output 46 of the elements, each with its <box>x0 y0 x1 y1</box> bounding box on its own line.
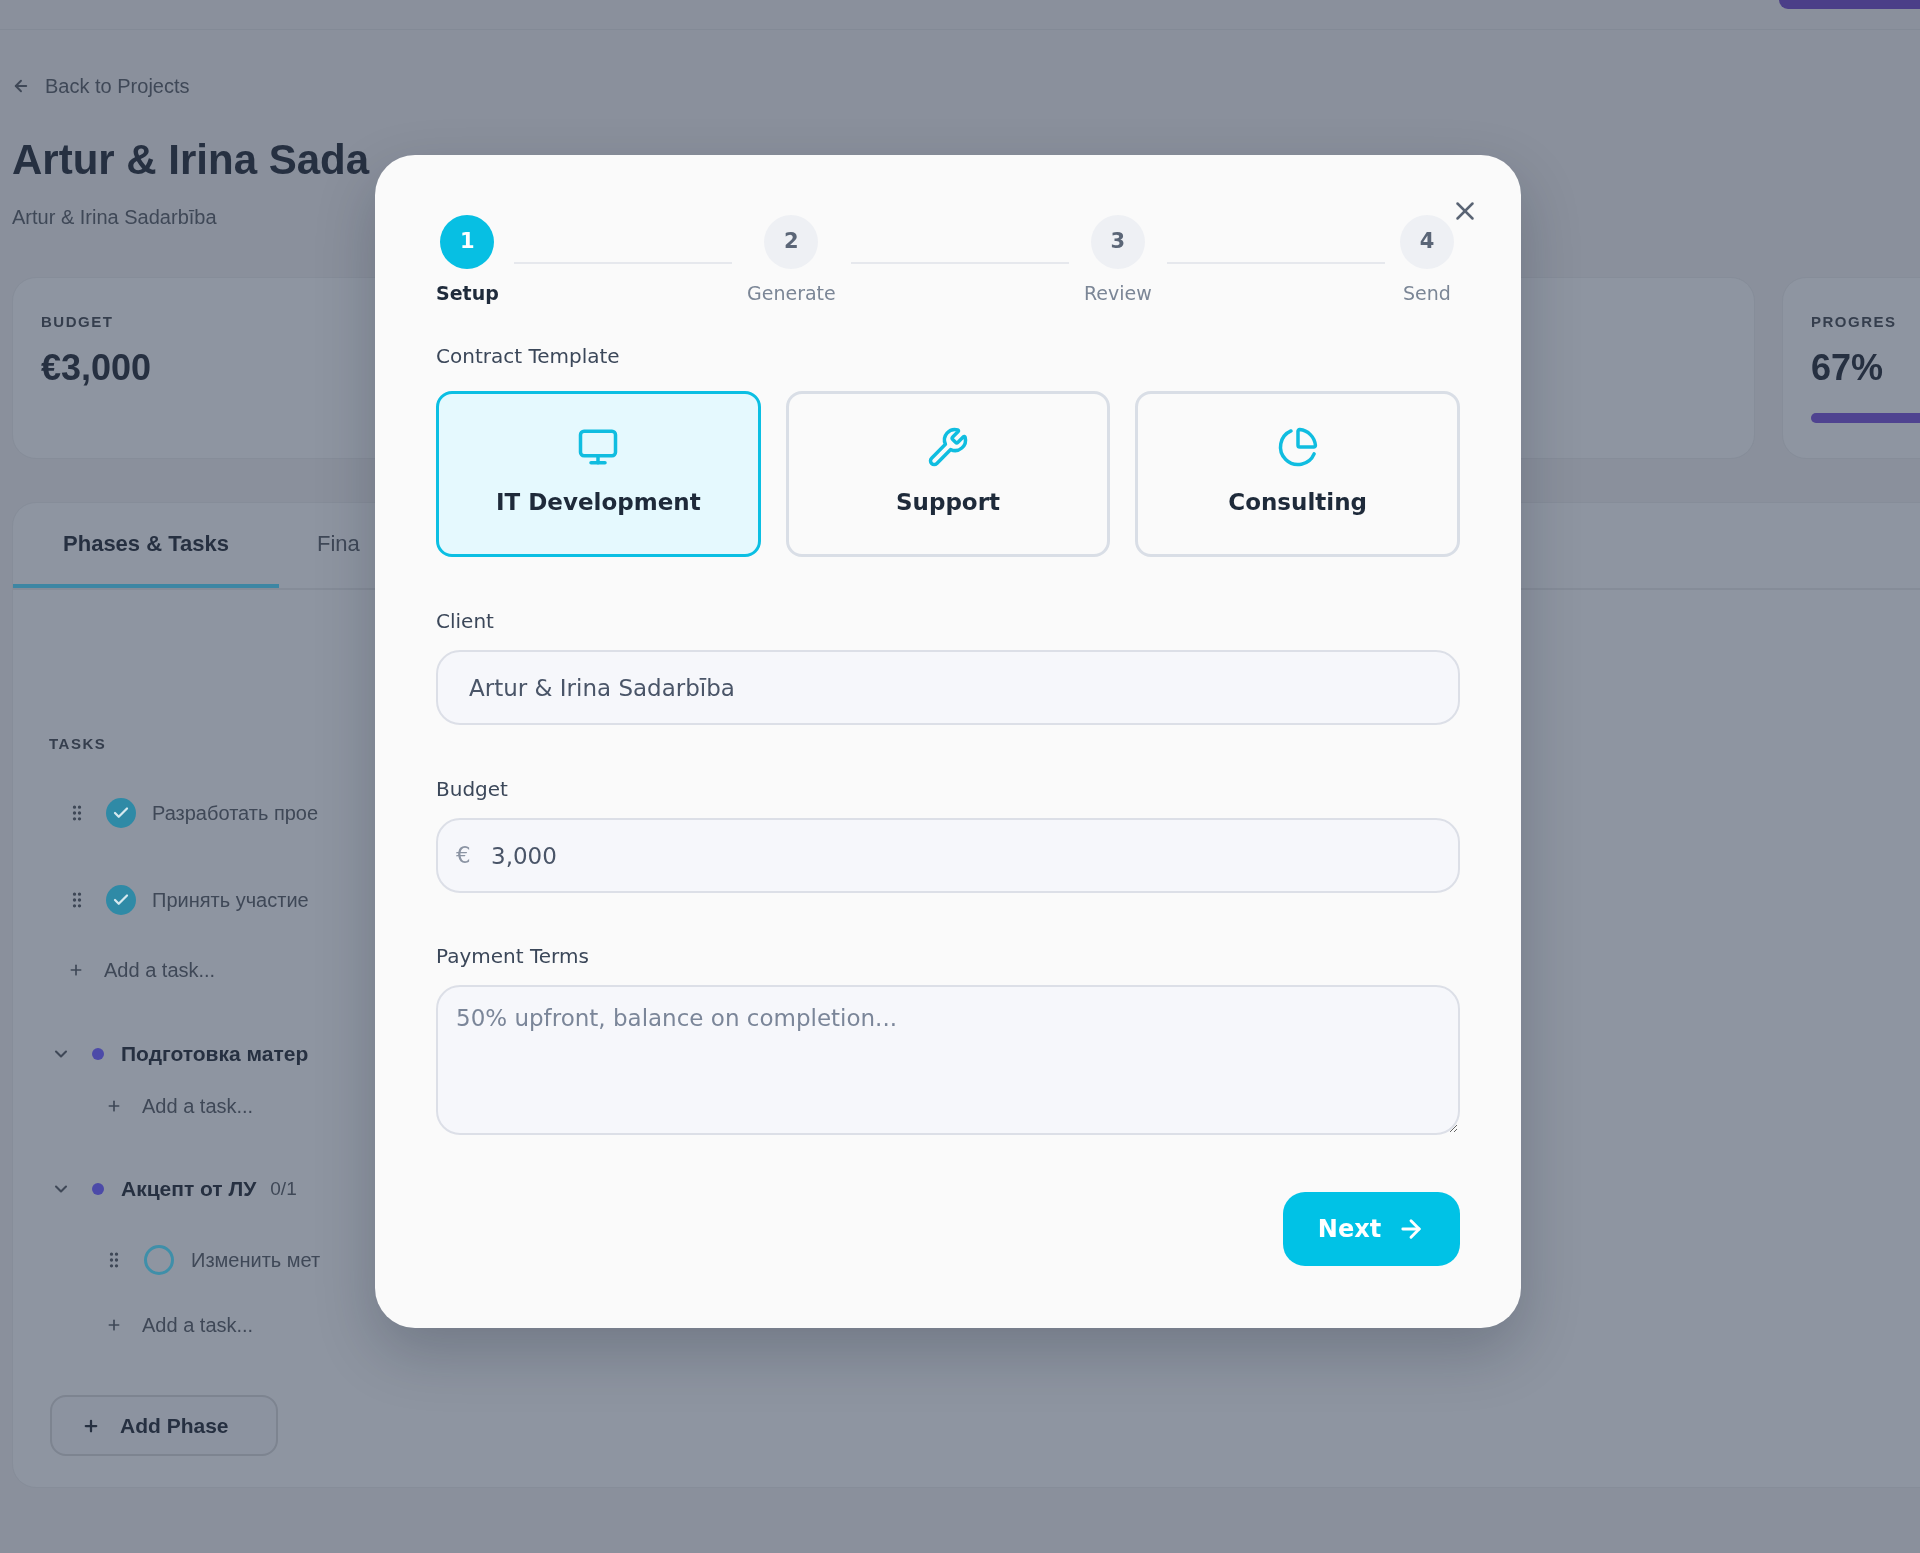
phase-count: 0/1 <box>270 1176 297 1201</box>
step-label: Setup <box>436 281 499 306</box>
tab[interactable]: Fina <box>279 503 366 588</box>
step-number: 1 <box>440 215 495 269</box>
page-title: Artur & Irina Sada <box>12 135 370 185</box>
phase-title: Подготовка матер <box>121 1041 309 1068</box>
task-checkbox[interactable] <box>144 1245 174 1275</box>
plus-icon <box>106 1098 122 1114</box>
task-title: Изменить мет <box>191 1248 321 1273</box>
task-title: Разработать прое <box>152 801 319 826</box>
step-label: Generate <box>747 281 836 306</box>
step-number: 3 <box>1090 215 1145 269</box>
field-label: Contract Template <box>436 343 621 370</box>
add-task-button[interactable]: Add a task... <box>68 950 216 990</box>
add-task-button[interactable]: Add a task... <box>106 1086 254 1126</box>
template-card[interactable]: Support <box>785 391 1111 557</box>
pie-chart-icon <box>1276 426 1319 468</box>
stat-label: PROGRES <box>1811 312 1897 332</box>
phase-title: Акцепт от ЛУ <box>121 1176 257 1203</box>
wrench-icon <box>927 426 969 468</box>
page-subtitle: Artur & Irina Sadarbība <box>12 205 217 230</box>
step-number: 2 <box>764 215 819 269</box>
stat-value: €3,000 <box>41 346 152 390</box>
section-heading: TASKS <box>49 734 107 754</box>
step-number: 4 <box>1400 215 1454 269</box>
task-checkbox[interactable] <box>106 885 136 915</box>
step-label: Send <box>1403 281 1451 306</box>
field-label: Budget <box>436 776 509 803</box>
field-label: Payment Terms <box>436 943 590 970</box>
add-phase-button[interactable]: Add Phase <box>50 1395 278 1456</box>
field-label: Client <box>436 608 495 635</box>
plus-icon <box>68 962 84 978</box>
task-title: Принять участие <box>152 888 309 913</box>
stat-label: BUDGET <box>41 312 114 332</box>
stat-value: 67% <box>1811 346 1884 390</box>
add-task-button[interactable]: Add a task... <box>106 1305 254 1345</box>
client-field[interactable]: Artur & Irina Sadarbība <box>436 650 1460 725</box>
payment-terms-field[interactable]: 50% upfront, balance on completion... <box>436 985 1460 1135</box>
step-label: Review <box>1083 281 1152 306</box>
template-card[interactable]: Consulting <box>1135 391 1460 557</box>
plus-icon <box>106 1317 122 1333</box>
currency-symbol: € <box>456 841 471 870</box>
template-card[interactable]: IT Development <box>436 391 761 557</box>
back-link[interactable]: Back to Projects <box>12 74 190 98</box>
task-checkbox[interactable] <box>106 798 136 828</box>
tab[interactable]: Phases & Tasks <box>13 503 279 588</box>
